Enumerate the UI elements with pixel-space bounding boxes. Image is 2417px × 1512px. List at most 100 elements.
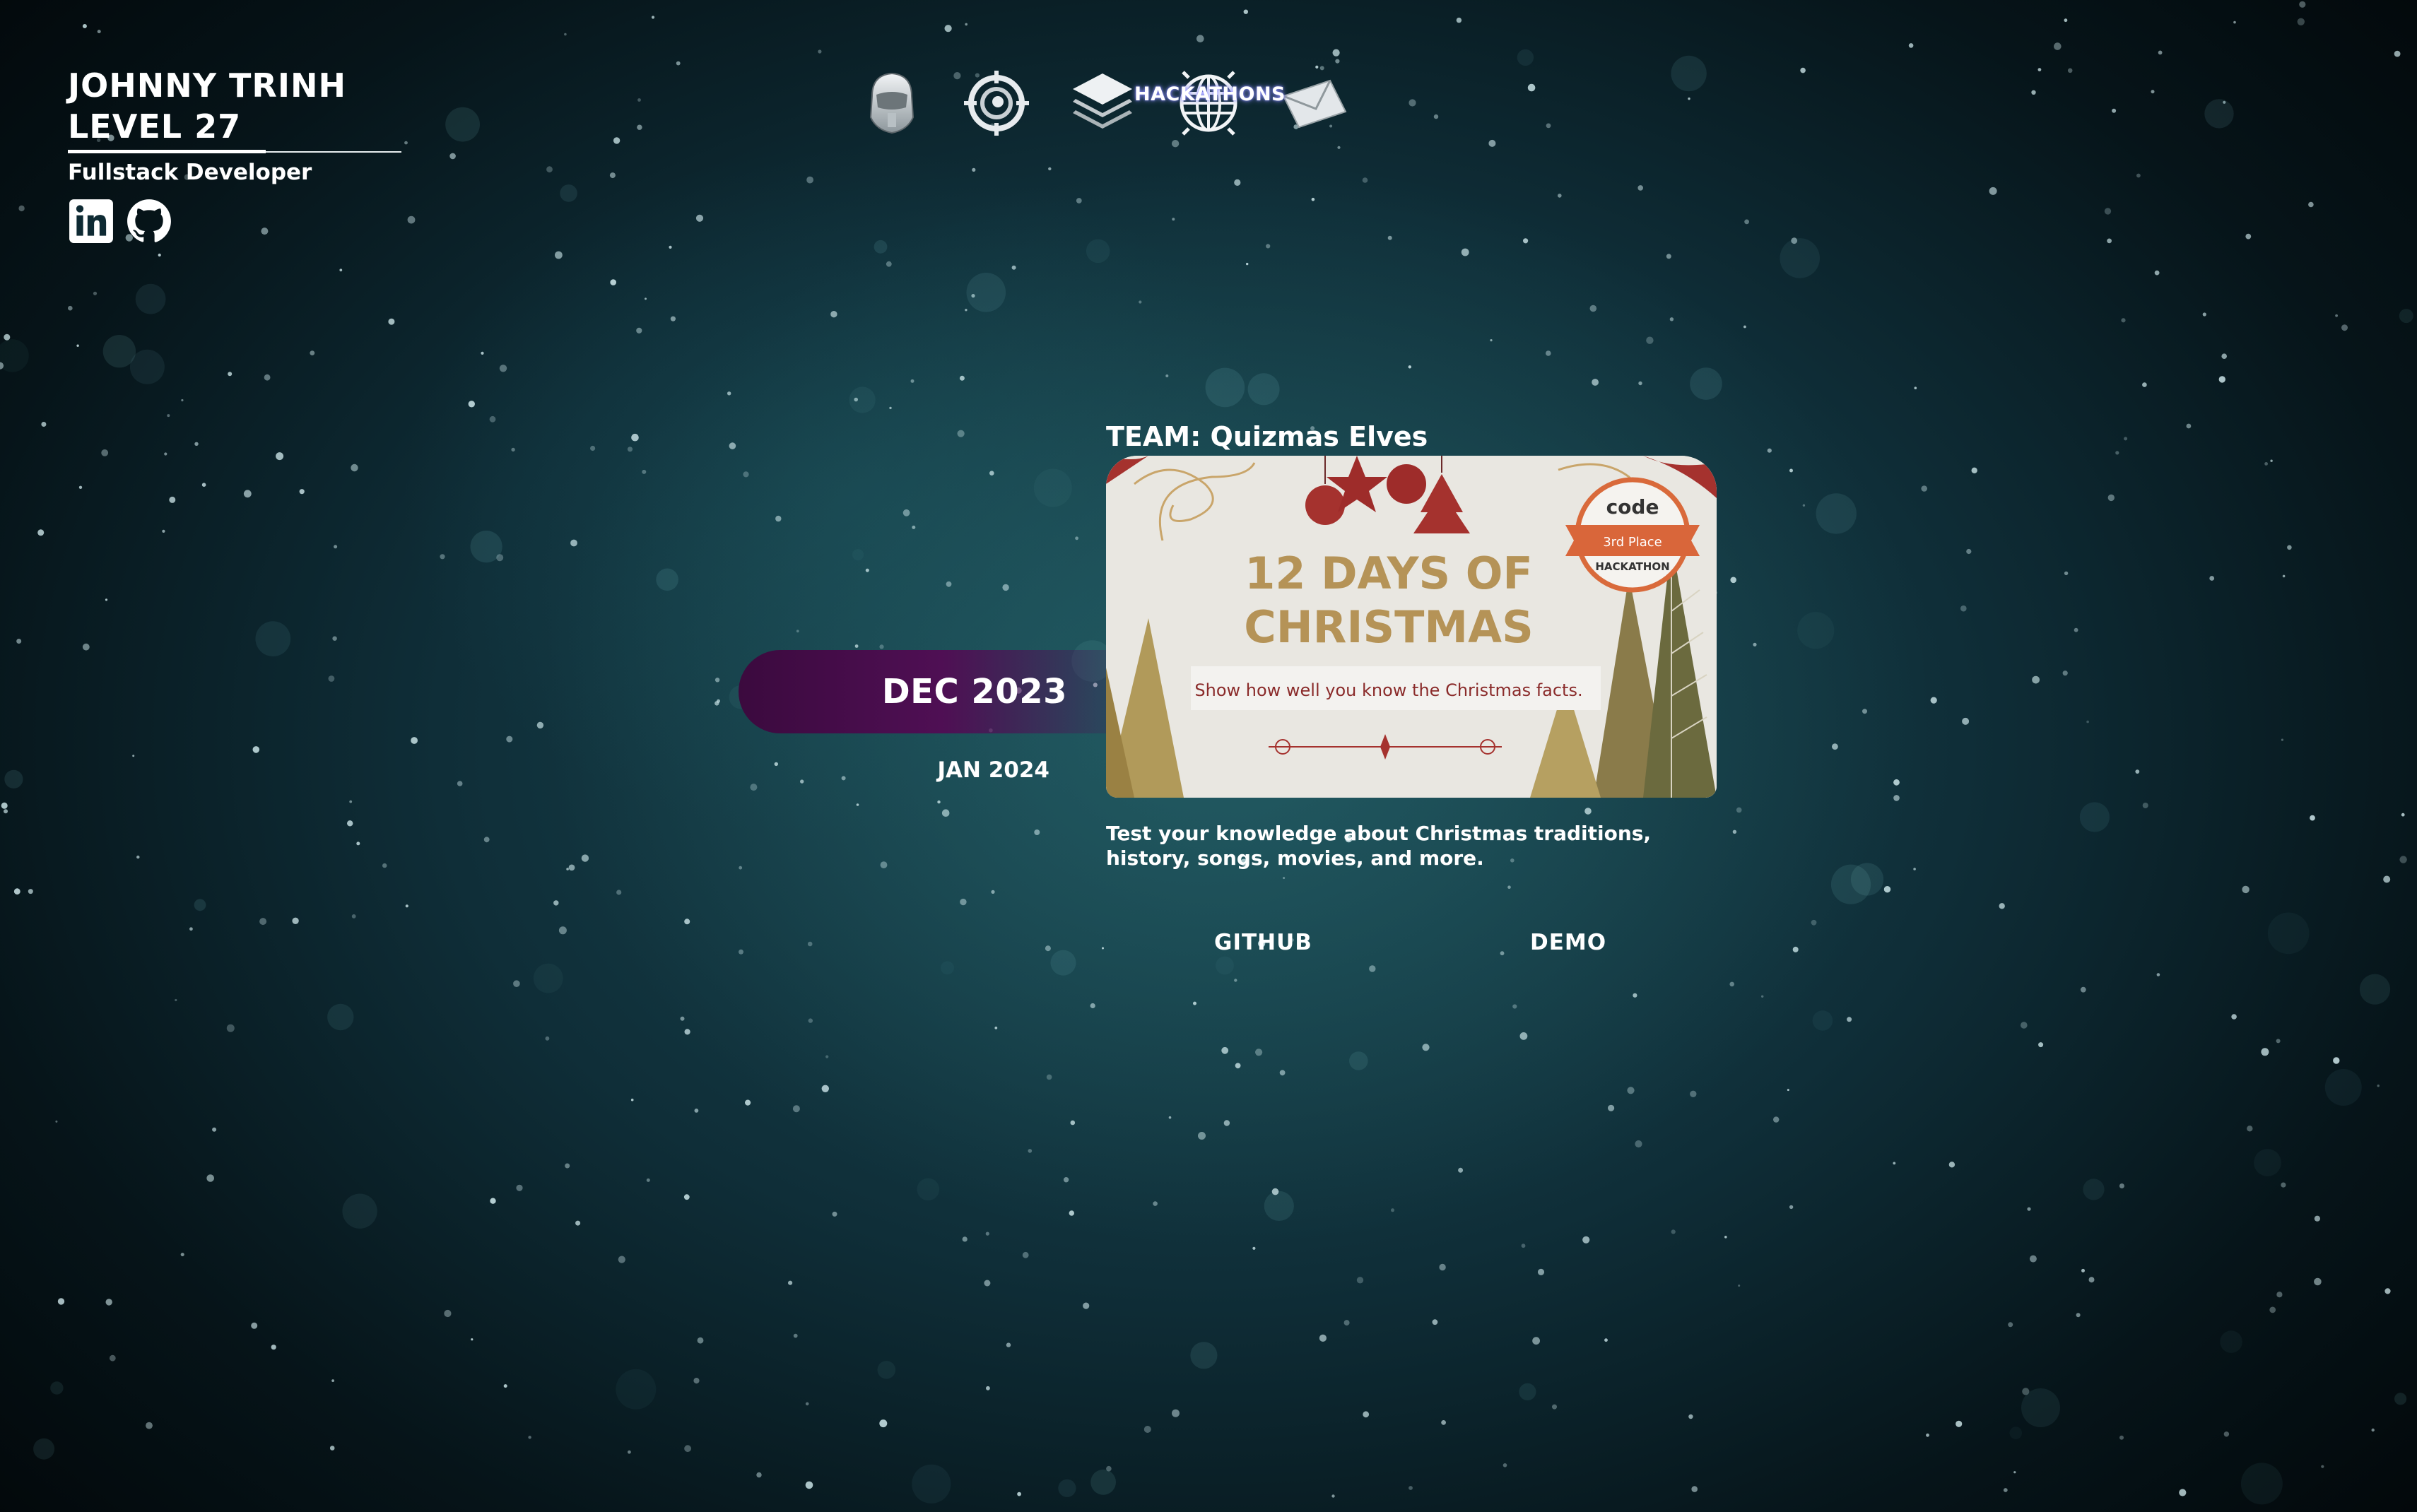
particle	[1198, 1132, 1206, 1140]
particle	[2377, 1085, 2380, 1087]
particle	[2223, 1431, 2230, 1437]
particle	[2245, 233, 2252, 240]
particle	[2341, 324, 2348, 331]
particle	[310, 350, 315, 355]
particle	[683, 1194, 690, 1200]
particle	[533, 963, 563, 993]
particle	[727, 391, 731, 396]
particle	[1221, 1046, 1229, 1054]
particle	[78, 485, 83, 489]
particle	[806, 176, 813, 184]
particle	[1523, 238, 1529, 244]
particle	[1971, 467, 1977, 473]
particle	[1439, 1263, 1446, 1271]
particle	[1893, 779, 1900, 786]
particle	[1363, 1411, 1370, 1418]
timeline-active-item[interactable]: DEC 2023	[739, 650, 1110, 733]
particle	[243, 490, 252, 498]
particle	[2401, 813, 2405, 817]
particle	[546, 166, 553, 173]
particle	[1252, 1246, 1256, 1250]
particle	[212, 1127, 217, 1132]
particle	[1633, 993, 1637, 998]
particle	[568, 864, 575, 871]
particle	[1337, 146, 1341, 149]
demo-button[interactable]: DEMO	[1530, 930, 1606, 955]
particle	[194, 442, 199, 446]
particle	[656, 568, 678, 591]
particle	[1058, 1479, 1076, 1497]
particle	[2179, 1489, 2187, 1496]
particle	[756, 1472, 762, 1478]
particle	[180, 1253, 184, 1257]
particle	[1234, 179, 1241, 186]
timeline-item[interactable]: JAN 2024	[880, 757, 1049, 783]
particle	[2299, 1, 2306, 8]
particle	[676, 61, 681, 66]
particle	[1243, 9, 1249, 14]
particle	[818, 49, 822, 54]
particle	[1063, 1177, 1069, 1183]
particle	[2333, 1057, 2340, 1064]
target-icon[interactable]	[961, 68, 1032, 138]
particle	[471, 1338, 474, 1341]
particle	[1930, 697, 1937, 704]
particle	[255, 621, 291, 656]
particle	[984, 1280, 991, 1287]
particle	[169, 496, 176, 503]
particle	[609, 172, 616, 179]
particle	[553, 900, 559, 906]
particle	[1343, 1320, 1350, 1326]
particle	[1075, 536, 1078, 541]
particle	[76, 344, 79, 347]
particle	[631, 433, 639, 442]
particle	[194, 899, 206, 911]
particle	[16, 639, 22, 644]
particle	[642, 469, 647, 474]
particle	[2121, 318, 2126, 323]
particle	[2221, 353, 2227, 360]
particle	[1502, 1463, 1507, 1467]
particle	[1028, 1149, 1033, 1153]
particle	[2119, 1183, 2124, 1188]
particle	[2064, 18, 2068, 23]
github-icon[interactable]	[126, 198, 172, 244]
particle	[468, 401, 475, 408]
github-button[interactable]: GITHUB	[1214, 930, 1312, 955]
particle	[960, 898, 967, 906]
particle	[276, 452, 284, 461]
particle	[1335, 59, 1340, 64]
particle	[2264, 462, 2269, 466]
particle	[4, 809, 8, 814]
particle	[2281, 1182, 2286, 1188]
linkedin-icon[interactable]	[68, 198, 114, 244]
helmet-icon[interactable]	[857, 68, 927, 138]
particle	[146, 1422, 153, 1429]
particle	[457, 781, 463, 786]
particle	[2076, 1313, 2081, 1318]
level-progress-fill	[68, 150, 266, 153]
particle	[228, 372, 233, 377]
particle	[1422, 1044, 1430, 1051]
particle	[879, 644, 884, 649]
particle	[1767, 448, 1772, 453]
particle	[555, 251, 563, 259]
particle	[575, 1220, 581, 1226]
particle	[1753, 642, 1757, 646]
particle	[489, 415, 496, 423]
particle	[1247, 373, 1280, 406]
particle	[1022, 1251, 1029, 1258]
particle	[2027, 1207, 2031, 1211]
particle	[1546, 123, 1551, 129]
particle	[1168, 1116, 1172, 1119]
particle	[93, 291, 98, 295]
particle	[1546, 350, 1551, 356]
particle	[651, 16, 655, 19]
particle	[1787, 1089, 1789, 1092]
particle	[1331, 1494, 1335, 1498]
particle	[2261, 1048, 2269, 1056]
particle	[1264, 1191, 1294, 1221]
particle	[1832, 743, 1838, 750]
particle	[808, 1018, 813, 1023]
particle	[965, 309, 968, 312]
